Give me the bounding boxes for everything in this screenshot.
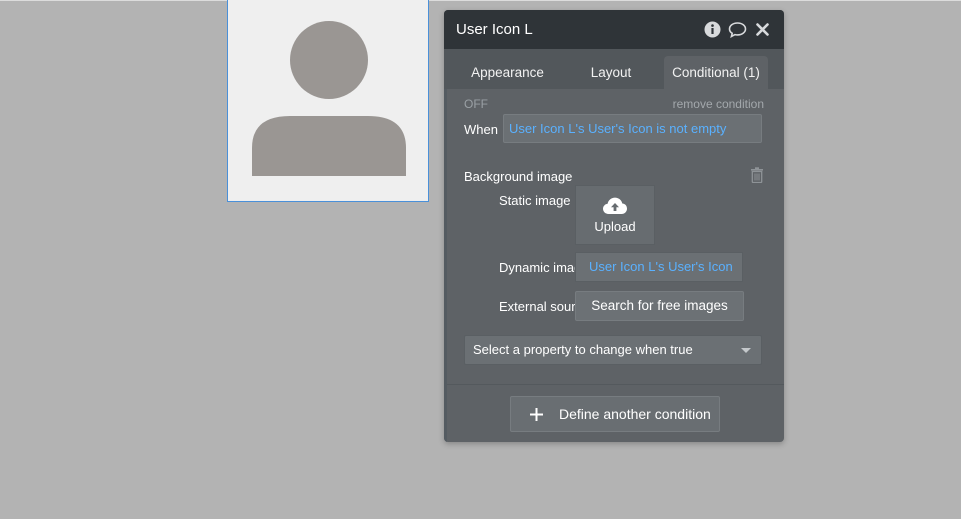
trash-icon[interactable] bbox=[750, 167, 764, 184]
comment-icon[interactable] bbox=[728, 20, 747, 39]
header-icons bbox=[703, 20, 772, 39]
panel-header[interactable]: User Icon L bbox=[444, 10, 784, 49]
top-border bbox=[0, 0, 961, 1]
plus-icon bbox=[530, 408, 543, 421]
dynamic-image-field[interactable]: User Icon L's User's Icon bbox=[575, 252, 743, 282]
define-button-label: Define another condition bbox=[559, 406, 711, 422]
define-another-condition-button[interactable]: Define another condition bbox=[510, 396, 720, 432]
tab-bar: Appearance Layout Conditional (1) bbox=[444, 49, 784, 89]
property-select-placeholder: Select a property to change when true bbox=[473, 342, 693, 357]
cloud-upload-icon bbox=[603, 197, 627, 214]
close-icon[interactable] bbox=[753, 20, 772, 39]
property-select-dropdown[interactable]: Select a property to change when true bbox=[464, 335, 762, 365]
tab-conditional[interactable]: Conditional (1) bbox=[664, 56, 768, 89]
conditional-body: OFF remove condition When User Icon L's … bbox=[444, 89, 784, 442]
upload-label: Upload bbox=[594, 219, 636, 234]
user-icon-element[interactable] bbox=[227, 0, 429, 202]
when-expression-field[interactable]: User Icon L's User's Icon is not empty bbox=[503, 114, 762, 143]
background-image-label: Background image bbox=[464, 169, 573, 184]
chevron-down-icon bbox=[741, 348, 751, 353]
upload-button[interactable]: Upload bbox=[575, 185, 655, 245]
remove-condition-link[interactable]: remove condition bbox=[673, 97, 764, 111]
panel-title: User Icon L bbox=[456, 21, 533, 38]
static-image-label: Static image bbox=[499, 193, 571, 208]
info-icon[interactable] bbox=[703, 20, 722, 39]
external-source-label: External source bbox=[499, 299, 576, 314]
user-avatar-icon bbox=[252, 21, 406, 176]
when-label: When bbox=[464, 122, 498, 137]
property-editor-panel: User Icon L Appearance Layout Conditiona… bbox=[444, 10, 784, 442]
search-free-images-button[interactable]: Search for free images bbox=[575, 291, 744, 321]
condition-status: OFF bbox=[464, 97, 488, 111]
dynamic-image-label: Dynamic image bbox=[499, 260, 576, 275]
divider bbox=[447, 384, 784, 385]
tab-appearance[interactable]: Appearance bbox=[462, 56, 553, 89]
tab-layout[interactable]: Layout bbox=[581, 56, 641, 89]
